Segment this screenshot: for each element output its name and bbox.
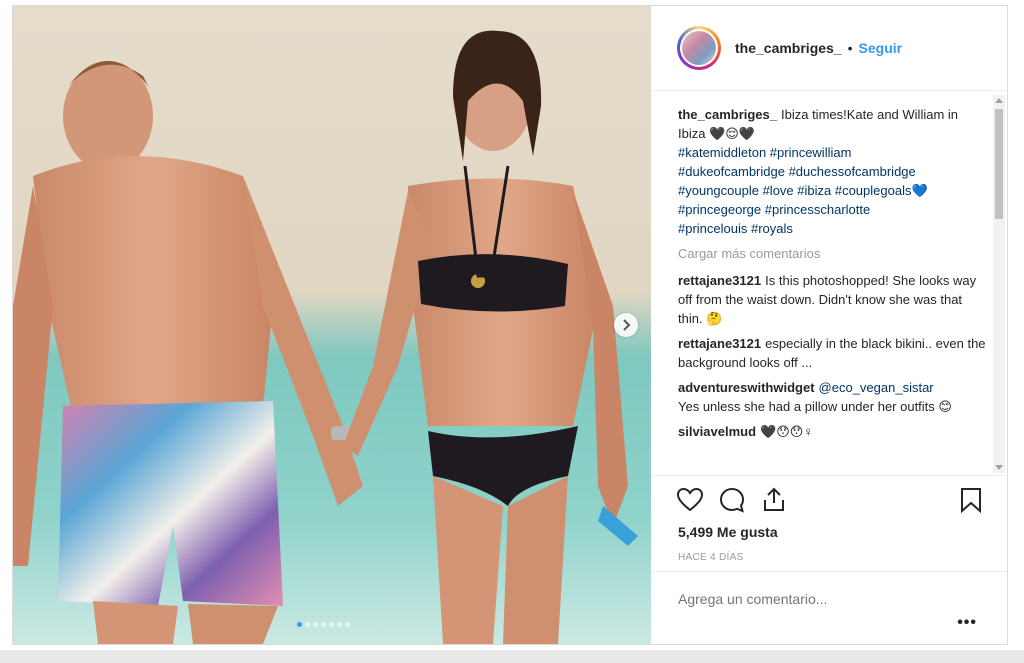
carousel-dot <box>329 622 334 627</box>
add-comment-section: ••• <box>651 571 1007 644</box>
comments-list[interactable]: the_cambriges_ Ibiza times!Kate and Willi… <box>651 91 1007 475</box>
carousel-dot <box>321 622 326 627</box>
post-photo[interactable] <box>13 6 651 644</box>
bookmark-icon[interactable] <box>957 486 985 514</box>
comment: rettajane3121 Is this photoshopped! She l… <box>678 271 988 328</box>
beach-photo <box>13 6 651 644</box>
comment: silviavelmud 🖤😯😯♀ <box>678 422 988 441</box>
next-photo-button[interactable] <box>614 313 638 337</box>
follow-button[interactable]: Seguir <box>859 40 903 56</box>
hashtags-line-4[interactable]: #princegeorge #princesscharlotte <box>678 202 870 217</box>
scrollbar-thumb[interactable] <box>995 109 1003 219</box>
carousel-dot <box>337 622 342 627</box>
header-separator: • <box>847 40 853 56</box>
comment-username[interactable]: silviavelmud <box>678 424 756 439</box>
page-bottom-strip <box>0 650 1024 663</box>
hashtags-line-2[interactable]: #dukeofcambridge #duchessofcambridge <box>678 164 916 179</box>
load-more-comments[interactable]: Cargar más comentarios <box>678 244 988 263</box>
post-timestamp[interactable]: HACE 4 DÍAS <box>678 552 744 563</box>
hashtags-line-5[interactable]: #princelouis #royals <box>678 221 793 236</box>
likes-count[interactable]: 5,499 Me gusta <box>678 524 778 540</box>
post-sidebar: the_cambriges_ • Seguir the_cambriges_ Ib… <box>651 6 1007 644</box>
carousel-indicator <box>297 622 350 627</box>
scroll-down-arrow-icon[interactable] <box>995 465 1003 470</box>
comment-username[interactable]: adventureswithwidget <box>678 380 815 395</box>
action-bar: 5,499 Me gusta HACE 4 DÍAS <box>651 475 1007 563</box>
comment-username[interactable]: rettajane3121 <box>678 273 761 288</box>
share-icon[interactable] <box>760 486 788 514</box>
carousel-dot <box>297 622 302 627</box>
comment-mention[interactable]: @eco_vegan_sistar <box>819 380 934 395</box>
comments-scrollbar[interactable] <box>993 95 1005 473</box>
carousel-dot <box>345 622 350 627</box>
hashtags-line-3[interactable]: #youngcouple #love #ibiza #couplegoals💙 <box>678 183 928 198</box>
avatar[interactable] <box>677 26 721 70</box>
instagram-post: the_cambriges_ • Seguir the_cambriges_ Ib… <box>12 5 1008 645</box>
comment-username[interactable]: rettajane3121 <box>678 336 761 351</box>
header-username[interactable]: the_cambriges_ <box>735 40 842 56</box>
scroll-up-arrow-icon[interactable] <box>995 98 1003 103</box>
carousel-dot <box>313 622 318 627</box>
comment: adventureswithwidget @eco_vegan_sistar Yes… <box>678 378 988 416</box>
post-header: the_cambriges_ • Seguir <box>651 6 1007 91</box>
comment-icon[interactable] <box>718 486 746 514</box>
carousel-dot <box>305 622 310 627</box>
comment-text: Yes unless she had a pillow under her ou… <box>678 399 952 414</box>
heart-icon[interactable] <box>676 486 704 514</box>
profile-picture <box>682 31 716 65</box>
add-comment-input[interactable] <box>676 590 950 608</box>
options-menu-button[interactable]: ••• <box>957 614 977 632</box>
hashtags-line-1[interactable]: #katemiddleton #princewilliam <box>678 145 851 160</box>
caption-username[interactable]: the_cambriges_ <box>678 107 777 122</box>
comment-text: 🖤😯😯♀ <box>760 424 814 439</box>
caption: the_cambriges_ Ibiza times!Kate and Willi… <box>678 105 988 238</box>
comment: rettajane3121 especially in the black bik… <box>678 334 988 372</box>
chevron-right-icon <box>623 319 631 331</box>
